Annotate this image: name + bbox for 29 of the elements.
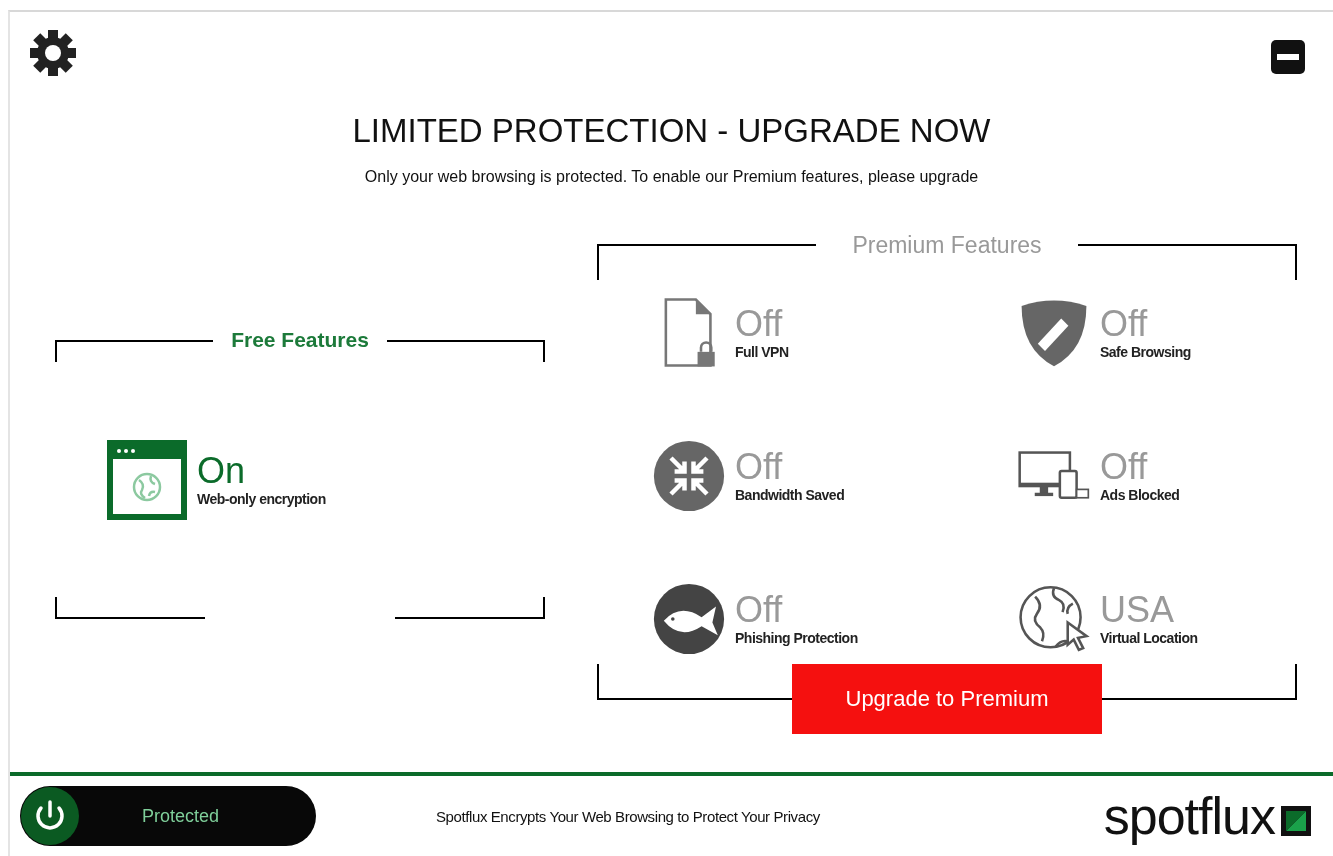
logo-square-icon xyxy=(1281,806,1311,836)
subtitle: Only your web browsing is protected. To enable our Premium features, please upgrade xyxy=(363,168,980,186)
status-text: Off xyxy=(1100,449,1149,485)
feature-label: Virtual Location xyxy=(1100,630,1198,647)
page-title: LIMITED PROTECTION - UPGRADE NOW xyxy=(351,112,992,150)
status-text: USA xyxy=(1100,592,1176,629)
fish-icon xyxy=(653,583,725,656)
footer-message: Spotflux Encrypts Your Web Browsing to Protect Your Privacy xyxy=(436,807,820,825)
feature-label: Full VPN xyxy=(735,343,789,360)
feature-label: Ads Blocked xyxy=(1100,487,1180,503)
feature-label: Web-only encryption xyxy=(197,490,326,507)
browser-globe-icon xyxy=(107,439,187,520)
settings-icon[interactable] xyxy=(28,28,78,78)
feature-label: Bandwidth Saved xyxy=(735,487,845,503)
feature-label: Phishing Protection xyxy=(735,630,858,647)
status-text: On xyxy=(197,452,247,489)
upgrade-button[interactable]: Upgrade to Premium xyxy=(792,664,1102,734)
status-text: Off xyxy=(735,305,784,342)
power-icon xyxy=(20,786,80,846)
section-heading: Premium Features xyxy=(851,232,1043,259)
status-text: Off xyxy=(735,592,784,629)
protection-toggle[interactable]: Protected xyxy=(20,786,316,846)
compress-arrows-icon xyxy=(653,440,725,512)
section-heading: Free Features xyxy=(230,328,370,352)
feature-label: Safe Browsing xyxy=(1100,343,1191,360)
status-text: Off xyxy=(735,449,784,485)
logo-text: spotflux xyxy=(1103,786,1275,846)
status-text: Off xyxy=(1100,305,1149,342)
minimize-icon[interactable] xyxy=(1271,40,1305,74)
